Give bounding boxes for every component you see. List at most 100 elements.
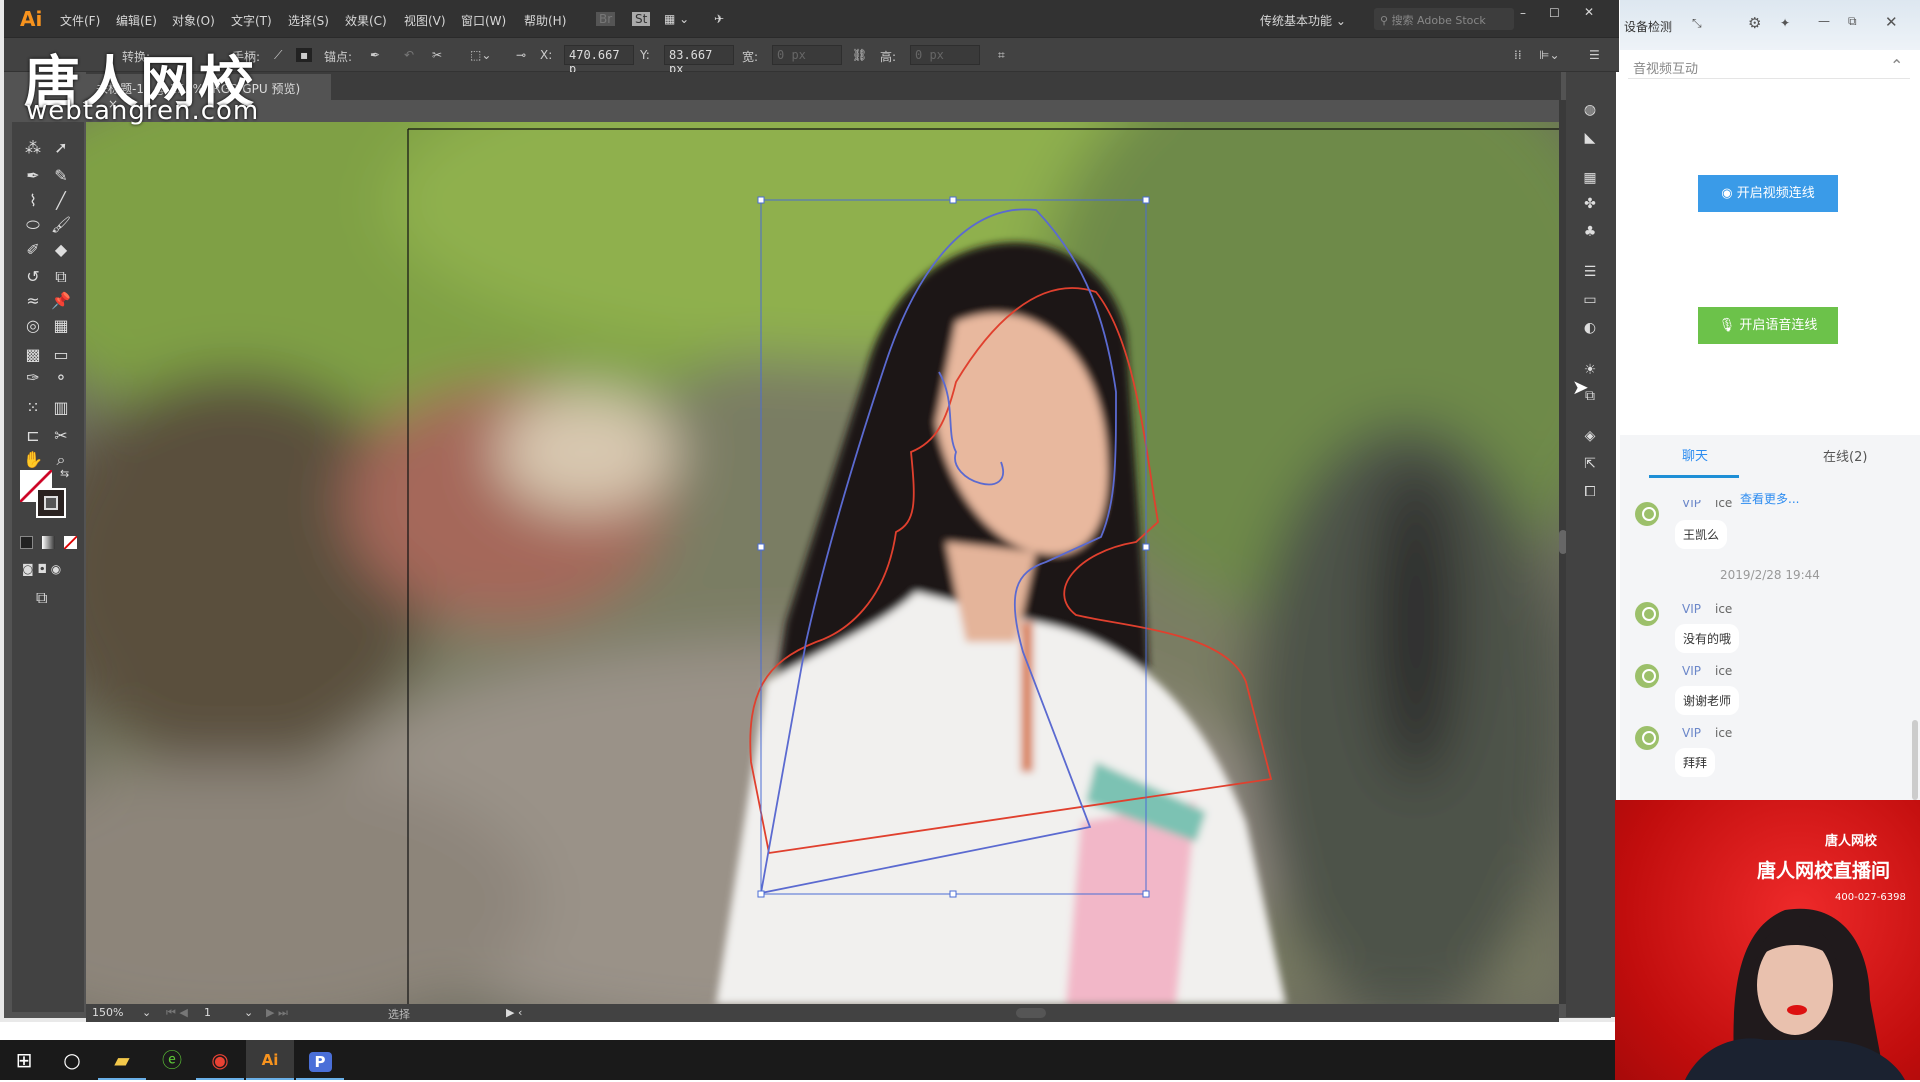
menu-edit[interactable]: 编辑(E)	[116, 12, 157, 29]
constrain-link-icon[interactable]: ⛓	[852, 48, 867, 62]
illustrator-taskbar-icon[interactable]: Ai	[246, 1040, 294, 1080]
artboard-canvas[interactable]	[86, 122, 1559, 1004]
current-tool-status[interactable]: 选择	[388, 1006, 410, 1022]
maximize-button[interactable]: ☐	[1549, 6, 1560, 20]
perspective-grid-icon[interactable]: ▦	[48, 315, 74, 337]
color-mode-icon[interactable]	[20, 536, 33, 549]
menu-object[interactable]: 对象(O)	[172, 12, 215, 29]
brushes-icon[interactable]: ✤	[1580, 196, 1600, 212]
stock-button[interactable]: St	[632, 12, 651, 26]
stock-search-input[interactable]: ⚲ 搜索 Adobe Stock	[1374, 8, 1514, 30]
convert-smooth-icon[interactable]: ▪	[296, 48, 313, 62]
y-field[interactable]: 83.667 px	[664, 45, 734, 76]
lasso-icon[interactable]: ➚	[48, 137, 74, 159]
height-field[interactable]: 0 px	[910, 45, 980, 65]
close-button[interactable]: ✕	[1584, 5, 1594, 19]
artboard-icon[interactable]: ⊏	[20, 425, 46, 447]
file-explorer-icon[interactable]: ▰	[98, 1040, 146, 1080]
gradient-icon[interactable]: ▭	[48, 344, 74, 366]
reference-point-icon[interactable]: ⊸	[516, 48, 526, 62]
layers-icon[interactable]: ◈	[1580, 428, 1600, 444]
arrange-documents-icon[interactable]: ▦ ⌄	[664, 12, 689, 26]
start-audio-button[interactable]: 🎙 开启语音连线	[1698, 307, 1838, 344]
curvature-icon[interactable]: ✎	[48, 165, 74, 187]
zoom-level[interactable]: 150%	[92, 1006, 123, 1019]
symbol-sprayer-icon[interactable]: ⁙	[20, 397, 46, 419]
browser-360-icon[interactable]: ⓔ	[148, 1040, 196, 1080]
menu-file[interactable]: 文件(F)	[60, 12, 100, 29]
pp-assistant-icon[interactable]: P	[296, 1040, 344, 1080]
swap-fill-stroke-icon[interactable]: ⇆	[60, 467, 69, 480]
menu-view[interactable]: 视图(V)	[404, 12, 446, 29]
tab-online[interactable]: 在线(2)	[1823, 446, 1867, 465]
status-menu-icon[interactable]: ▶ ‹	[506, 1006, 522, 1019]
close-icon[interactable]: ✕	[1885, 13, 1898, 31]
first-prev-artboard-icon[interactable]: ⏮ ◀	[166, 1006, 188, 1020]
isolate-icon[interactable]: ⌗	[998, 48, 1005, 63]
align-icon[interactable]: ⁞⁞	[1514, 48, 1522, 62]
shape-builder-icon[interactable]: ◎	[20, 315, 46, 337]
gradient-panel-icon[interactable]: ▭	[1580, 292, 1600, 308]
cut-path-icon[interactable]: ✂	[432, 48, 442, 62]
magic-wand-icon[interactable]: ⁂	[20, 137, 46, 159]
mesh-icon[interactable]: ▩	[20, 344, 46, 366]
menu-window[interactable]: 窗口(W)	[461, 12, 506, 29]
minimize-icon[interactable]: —	[1818, 14, 1830, 28]
pin-icon[interactable]: ✦	[1780, 16, 1790, 30]
export-icon[interactable]: ⇱	[1580, 456, 1600, 472]
symbols-icon[interactable]: ♣	[1580, 224, 1600, 240]
zoom-dropdown-icon[interactable]: ⌄	[142, 1006, 151, 1019]
start-video-button[interactable]: ◉ 开启视频连线	[1698, 175, 1838, 212]
collapse-icon[interactable]: ⤡	[1692, 16, 1702, 31]
none-mode-icon[interactable]	[64, 536, 77, 549]
hand-icon[interactable]: ✋	[20, 449, 46, 471]
scale-icon[interactable]: ⧉	[48, 266, 74, 288]
minimize-button[interactable]: –	[1520, 6, 1526, 20]
menu-effect[interactable]: 效果(C)	[345, 12, 387, 29]
eraser-icon[interactable]: ◆	[48, 239, 74, 261]
gpu-performance-icon[interactable]: ✈	[714, 12, 724, 26]
column-graph-icon[interactable]: ▥	[48, 397, 74, 419]
line-segment-icon[interactable]: ╱	[48, 190, 74, 212]
convert-corner-icon[interactable]: ⟋	[274, 48, 282, 63]
remove-anchor-icon[interactable]: ✒	[370, 48, 380, 62]
rotate-icon[interactable]: ↺	[20, 266, 46, 288]
pen-icon[interactable]: ✒	[20, 165, 46, 187]
connect-anchor-icon[interactable]: ↶	[404, 48, 414, 62]
search-icon[interactable]: ○	[48, 1040, 96, 1080]
horizontal-scroll-thumb[interactable]	[1016, 1008, 1046, 1018]
screen-mode-icon[interactable]: ⧉	[36, 588, 47, 608]
cc-libraries-icon[interactable]: ◣	[1580, 130, 1600, 146]
shaper-icon[interactable]: ✐	[20, 239, 46, 261]
pin-icon[interactable]: 📌	[48, 290, 74, 312]
stroke-swatch[interactable]	[36, 488, 66, 518]
transform-icon[interactable]: ⊫⌄	[1539, 48, 1560, 62]
chrome-icon[interactable]: ◉	[196, 1040, 244, 1080]
ellipse-icon[interactable]: ⬭	[20, 214, 46, 236]
type-on-path-icon[interactable]: ⌇	[20, 190, 46, 212]
swatches-icon[interactable]: ▦	[1580, 170, 1600, 186]
gradient-mode-icon[interactable]	[42, 536, 55, 549]
menu-help[interactable]: 帮助(H)	[524, 12, 566, 29]
blend-icon[interactable]: ⚬	[48, 367, 74, 389]
artboards-icon[interactable]: ⧠	[1580, 484, 1600, 500]
draw-mode-icons[interactable]: ◙ ◘ ◉	[22, 562, 61, 576]
menu-select[interactable]: 选择(S)	[288, 12, 329, 29]
bridge-button[interactable]: Br	[596, 12, 616, 26]
device-check-button[interactable]: 设备检测	[1624, 18, 1672, 35]
artboard-number[interactable]: 1	[204, 1006, 211, 1019]
chevron-up-icon[interactable]: ⌃	[1890, 56, 1903, 75]
color-guide-icon[interactable]: ◍	[1580, 102, 1600, 118]
chat-scrollbar[interactable]	[1912, 720, 1918, 800]
start-icon[interactable]: ⊞	[0, 1040, 48, 1080]
paintbrush-icon[interactable]: 🖌	[48, 214, 74, 236]
gear-icon[interactable]: ⚙	[1748, 14, 1761, 32]
workspace-switcher[interactable]: 传统基本功能 ⌄	[1260, 12, 1346, 29]
knife-icon[interactable]: ✂	[48, 425, 74, 447]
restore-icon[interactable]: ⧉	[1848, 14, 1857, 29]
align-selection-icon[interactable]: ⬚⌄	[470, 48, 491, 62]
tab-chat[interactable]: 聊天	[1682, 445, 1708, 464]
x-field[interactable]: 470.667 p	[564, 45, 634, 76]
panel-menu-icon[interactable]: ☰	[1589, 48, 1600, 62]
width-field[interactable]: 0 px	[772, 45, 842, 65]
